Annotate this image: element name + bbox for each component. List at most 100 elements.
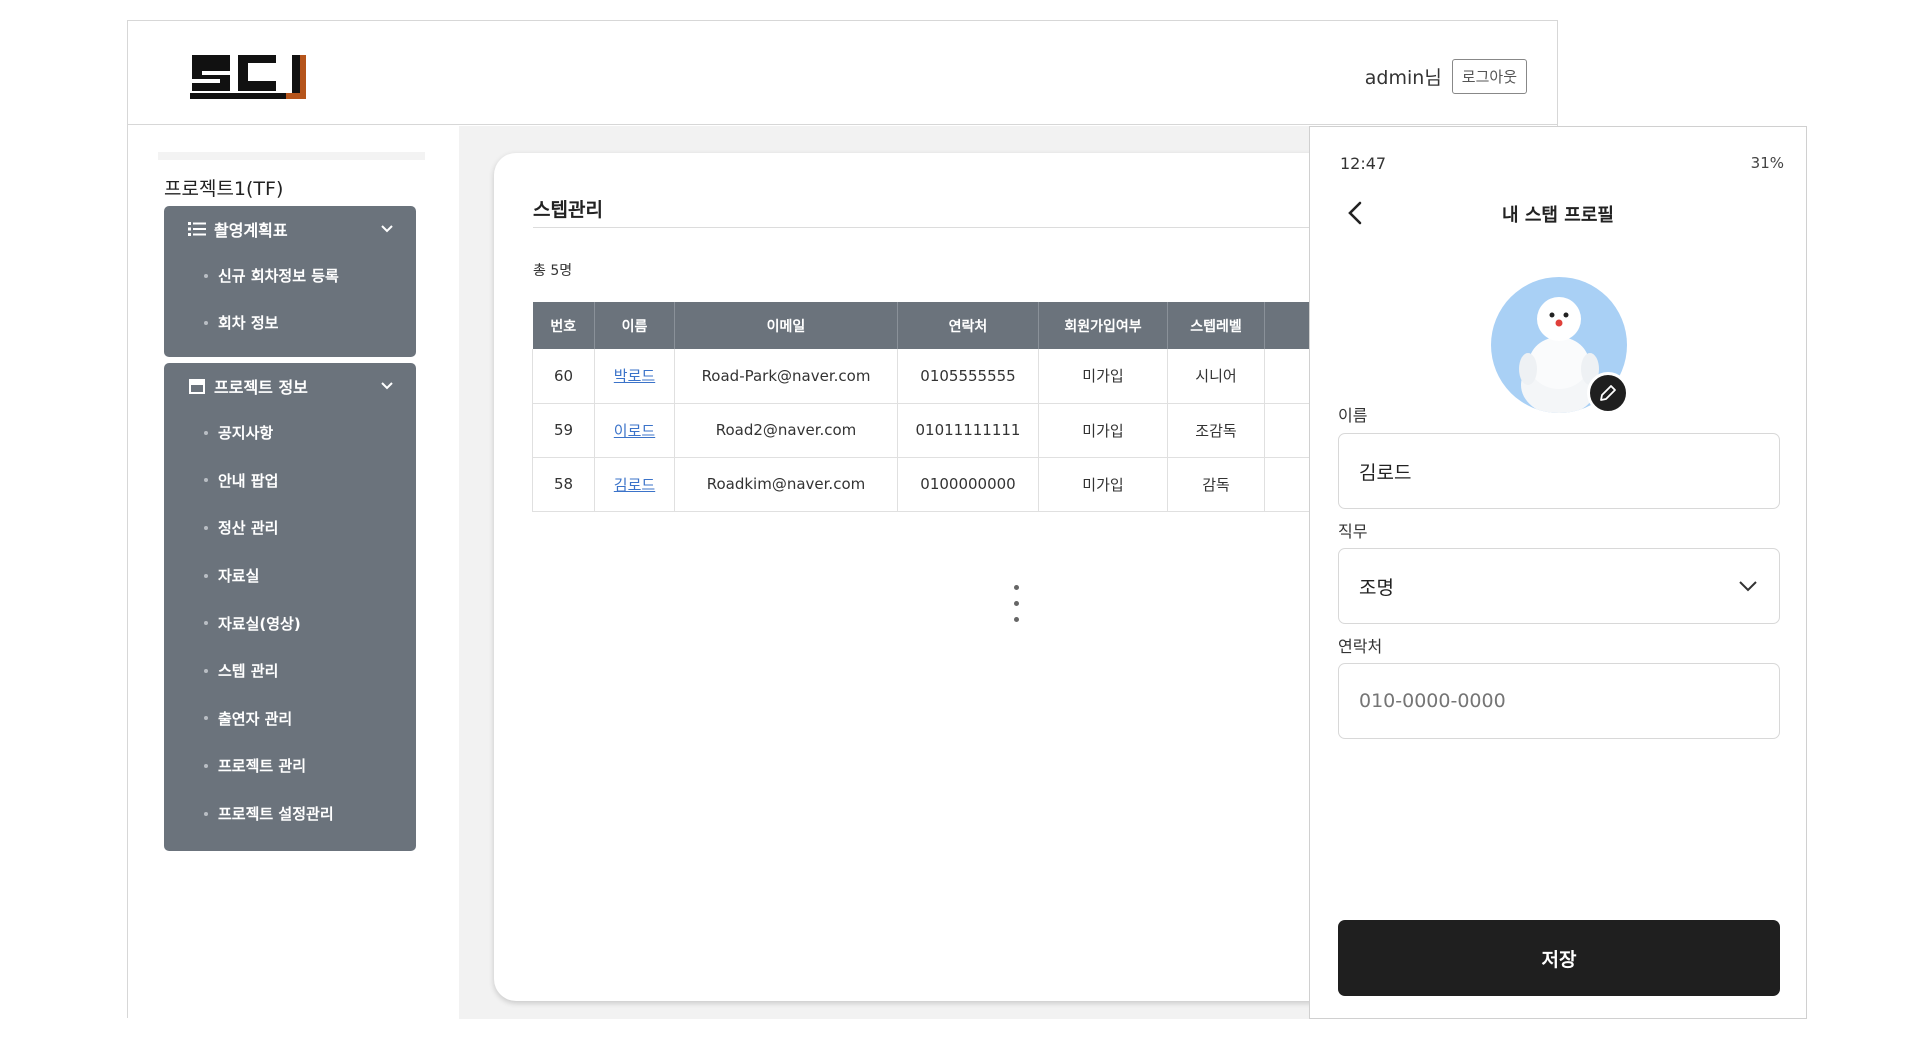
cell-phone: 01011111111 [897,403,1039,458]
bullet-icon [204,525,208,530]
mobile-profile-screen: 12:47 31% 내 스탭 프로필 이름 직무 조명 연락처 [1309,126,1807,1019]
staff-table: 번호 이름 이메일 연락처 회원가입여부 스텝레벨 관리 60 박로드 Road… [532,302,1385,512]
user-name: admin님 [1364,67,1442,89]
cell-email: Road-Park@naver.com [674,349,898,404]
menu-header-label: 프로젝트 정보 [214,378,308,397]
sidebar-divider [158,152,425,160]
column-header: 스텝레벨 [1167,302,1265,349]
bullet-icon [204,763,208,768]
sidebar-item-notice[interactable]: 공지사항 [164,409,416,457]
sidebar-item-new-episode[interactable]: 신규 회차정보 등록 [164,252,416,299]
cell-joined: 미가입 [1038,457,1168,512]
sidebar-item-label: 스텝 관리 [218,662,279,681]
cell-email: Roadkim@naver.com [674,457,898,512]
name-field[interactable] [1338,433,1780,509]
bullet-icon [204,573,208,578]
column-header: 연락처 [897,302,1039,349]
cell-joined: 미가입 [1038,349,1168,404]
sidebar-item-label: 출연자 관리 [218,709,293,728]
top-header: admin님 로그아웃 [128,21,1557,125]
bullet-icon [204,478,208,483]
status-icons: 31% [1751,154,1784,172]
logo [190,55,306,99]
sidebar-item-label: 안내 팝업 [218,471,279,490]
list-icon [188,222,206,236]
sidebar-item-episode-info[interactable]: 회차 정보 [164,299,416,346]
project-title: 프로젝트1(TF) [164,178,284,200]
sidebar-item-project-settings[interactable]: 프로젝트 설정관리 [164,790,416,838]
sidebar-item-staff[interactable]: 스텝 관리 [164,647,416,695]
sidebar-item-project-manage[interactable]: 프로젝트 관리 [164,742,416,790]
staff-name-link[interactable]: 박로드 [614,367,655,385]
sidebar-item-label: 회차 정보 [218,314,279,332]
column-header: 번호 [532,302,595,349]
column-header: 회원가입여부 [1038,302,1168,349]
bullet-icon [204,621,208,626]
sidebar-item-label: 공지사항 [218,424,274,443]
job-selected-value: 조명 [1359,576,1394,599]
more-rows-ellipsis-icon [1014,585,1020,633]
cell-number: 60 [532,349,595,404]
save-button[interactable]: 저장 [1338,920,1780,996]
sidebar-item-popup[interactable]: 안내 팝업 [164,457,416,505]
divider [533,227,1394,228]
column-header: 이메일 [674,302,898,349]
pencil-icon [1600,385,1616,401]
menu-header-project-info[interactable]: 프로젝트 정보 [164,363,416,409]
name-label: 이름 [1338,406,1368,425]
bullet-icon [204,811,208,816]
phone-label: 연락처 [1338,637,1383,656]
cell-joined: 미가입 [1038,403,1168,458]
cell-number: 59 [532,403,595,458]
sidebar-item-label: 자료실(영상) [218,614,301,633]
bullet-icon [204,716,208,721]
sidebar-item-cast[interactable]: 출연자 관리 [164,695,416,743]
page-title: 스텝관리 [533,199,603,221]
table-header-row: 번호 이름 이메일 연락처 회원가입여부 스텝레벨 관리 [532,302,1385,349]
chevron-down-icon [1739,581,1757,592]
edit-avatar-button[interactable] [1587,372,1629,414]
column-header: 이름 [594,302,675,349]
logout-button[interactable]: 로그아웃 [1451,59,1527,94]
table-row: 58 김로드 Roadkim@naver.com 0100000000 미가입 … [532,457,1385,512]
total-count: 총 5명 [533,263,573,279]
sidebar-item-label: 신규 회차정보 등록 [218,267,339,285]
job-label: 직무 [1338,522,1368,541]
sidebar-item-library[interactable]: 자료실 [164,552,416,600]
cell-level: 시니어 [1167,349,1265,404]
staff-name-link[interactable]: 이로드 [614,422,655,440]
cell-phone: 0100000000 [897,457,1039,512]
cell-level: 감독 [1167,457,1265,512]
menu-group-project-info: 프로젝트 정보 공지사항 안내 팝업 정산 관리 자료실 자료실(영상) 스텝 … [164,363,416,851]
cell-name: 박로드 [594,349,675,404]
cell-number: 58 [532,457,595,512]
staff-card: 스텝관리 총 5명 번호 이름 이메일 연락처 회원가입여부 스텝레벨 관리 6… [494,153,1394,1001]
status-bar: 12:47 31% [1340,153,1784,173]
sidebar-item-label: 정산 관리 [218,519,279,538]
cell-name: 이로드 [594,403,675,458]
bullet-icon [204,668,208,673]
job-select[interactable]: 조명 [1338,548,1780,624]
chevron-down-icon [381,225,393,233]
menu-header-schedule[interactable]: 촬영계획표 [164,206,416,252]
table-row: 59 이로드 Road2@naver.com 01011111111 미가입 조… [532,403,1385,458]
bullet-icon [204,430,208,435]
cell-email: Road2@naver.com [674,403,898,458]
menu-header-label: 촬영계획표 [214,221,288,240]
sidebar-item-settlement[interactable]: 정산 관리 [164,504,416,552]
cell-level: 조감독 [1167,403,1265,458]
bullet-icon [204,273,208,278]
sidebar: 프로젝트1(TF) 촬영계획표 신규 회차정보 등록 회차 정보 프로젝트 정보… [128,126,459,1019]
chevron-down-icon [381,382,393,390]
cell-name: 김로드 [594,457,675,512]
status-time: 12:47 [1340,153,1387,173]
staff-name-link[interactable]: 김로드 [614,476,655,494]
cell-phone: 0105555555 [897,349,1039,404]
table-row: 60 박로드 Road-Park@naver.com 0105555555 미가… [532,349,1385,404]
store-icon [189,379,205,394]
sidebar-item-label: 프로젝트 관리 [218,757,307,776]
phone-field[interactable] [1338,663,1780,739]
sidebar-item-video-library[interactable]: 자료실(영상) [164,599,416,647]
menu-group-schedule: 촬영계획표 신규 회차정보 등록 회차 정보 [164,206,416,357]
battery-percent: 31% [1750,154,1784,172]
